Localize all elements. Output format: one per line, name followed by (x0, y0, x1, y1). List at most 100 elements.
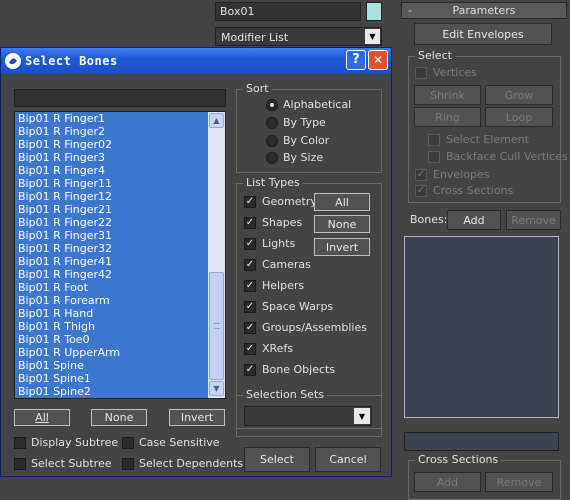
chevron-down-icon[interactable]: ▼ (354, 408, 370, 424)
display-subtree-checkbox[interactable] (14, 437, 26, 449)
bone-list-item[interactable]: Bip01 R Finger11 (15, 177, 225, 190)
grow-button[interactable]: Grow (485, 85, 553, 105)
bone-list-item[interactable]: Bip01 R Finger1 (15, 112, 225, 125)
bones-add-button[interactable]: Add (447, 210, 501, 230)
sort-by-color-radio[interactable] (266, 135, 278, 147)
cancel-button[interactable]: Cancel (315, 447, 381, 472)
bone-list-item[interactable]: Bip01 Spine (15, 359, 225, 372)
help-button[interactable]: ? (346, 50, 366, 70)
search-input[interactable] (14, 89, 226, 107)
bone-list-item[interactable]: Bip01 R UpperArm (15, 346, 225, 359)
bone-objects-label: Bone Objects (262, 363, 336, 376)
rollout-title: Parameters (452, 4, 516, 17)
select-dependents-checkbox[interactable] (122, 458, 134, 470)
parameters-rollout-header[interactable]: - Parameters (401, 2, 567, 19)
all-button[interactable]: All (14, 409, 70, 426)
cameras-checkbox[interactable]: ✓ (244, 259, 256, 271)
modifier-list-label: Modifier List (221, 31, 289, 44)
bone-listbox[interactable]: Bip01 R Finger1 Bip01 R Finger2 Bip01 R Fi… (14, 111, 226, 399)
select-button[interactable]: Select (244, 447, 310, 472)
bone-list-item[interactable]: Bip01 Spine1 (15, 372, 225, 385)
select-subtree-checkbox[interactable] (14, 458, 26, 470)
sort-by-size-radio[interactable] (266, 152, 278, 164)
object-name-text: Box01 (220, 5, 255, 18)
bones-remove-button[interactable]: Remove (506, 210, 561, 230)
case-sensitive-checkbox[interactable] (122, 437, 134, 449)
lights-checkbox[interactable]: ✓ (244, 238, 256, 250)
bone-name-field[interactable] (404, 432, 559, 451)
none-button[interactable]: None (91, 409, 147, 426)
ring-button[interactable]: Ring (414, 107, 481, 127)
invert-button[interactable]: Invert (169, 409, 225, 426)
helpers-label: Helpers (262, 279, 305, 292)
envelopes-label: Envelopes (433, 168, 490, 181)
bone-list-item[interactable]: Bip01 R Toe0 (15, 333, 225, 346)
bone-list-item[interactable]: Bip01 R Finger32 (15, 242, 225, 255)
bone-list-item[interactable]: Bip01 R Finger12 (15, 190, 225, 203)
modifier-list-dropdown[interactable]: Modifier List ▼ (215, 27, 382, 46)
case-sensitive-label: Case Sensitive (139, 436, 220, 449)
list-scrollbar[interactable]: ▲ ▼ (208, 112, 225, 398)
cross-sections-remove-button[interactable]: Remove (485, 472, 553, 492)
bone-list-item[interactable]: Bip01 R Foot (15, 281, 225, 294)
shrink-button[interactable]: Shrink (414, 85, 481, 105)
scroll-down-icon[interactable]: ▼ (209, 381, 224, 396)
dialog-titlebar[interactable]: Select Bones ? ✕ (1, 48, 391, 74)
bone-list-item[interactable]: Bip01 R Finger22 (15, 216, 225, 229)
groups-assemblies-checkbox[interactable]: ✓ (244, 322, 256, 334)
selection-sets-dropdown[interactable]: ▼ (244, 406, 372, 426)
sort-alphabetical-radio[interactable] (266, 99, 278, 111)
bone-list-item[interactable]: Bip01 Spine2 (15, 385, 225, 398)
list-types-none-button[interactable]: None (314, 215, 370, 233)
helpers-checkbox[interactable]: ✓ (244, 280, 256, 292)
bone-list-item[interactable]: Bip01 R Finger41 (15, 255, 225, 268)
object-color-swatch[interactable] (366, 2, 382, 21)
bone-list-item[interactable]: Bip01 R Finger02 (15, 138, 225, 151)
select-subtree-label: Select Subtree (31, 457, 112, 470)
select-dependents-label: Select Dependents (139, 457, 244, 470)
bone-list-item[interactable]: Bip01 R Finger2 (15, 125, 225, 138)
bone-list-item[interactable]: Bip01 R Finger42 (15, 268, 225, 281)
chevron-down-icon[interactable]: ▼ (365, 29, 380, 44)
backface-cull-checkbox[interactable] (428, 151, 440, 163)
vertices-label: Vertices (433, 66, 477, 79)
envelopes-checkbox[interactable]: ✓ (415, 169, 427, 181)
bone-list-item[interactable]: Bip01 R Finger4 (15, 164, 225, 177)
cross-sections-add-button[interactable]: Add (414, 472, 481, 492)
edit-envelopes-button[interactable]: Edit Envelopes (414, 23, 552, 45)
bone-list-item[interactable]: Bip01 R Thigh (15, 320, 225, 333)
close-button[interactable]: ✕ (368, 50, 388, 70)
object-name-field[interactable]: Box01 (215, 2, 361, 21)
lights-label: Lights (262, 237, 296, 250)
groups-assemblies-label: Groups/Assemblies (262, 321, 367, 334)
selection-sets-title: Selection Sets (243, 388, 327, 401)
loop-button[interactable]: Loop (485, 107, 553, 127)
scroll-thumb[interactable] (209, 272, 224, 380)
none-button-label: None (104, 411, 134, 424)
bone-list-item[interactable]: Bip01 R Hand (15, 307, 225, 320)
space-warps-label: Space Warps (262, 300, 334, 313)
list-types-invert-button[interactable]: Invert (314, 238, 370, 256)
select-element-checkbox[interactable] (428, 134, 440, 146)
cross-sections-checkbox[interactable]: ✓ (415, 185, 427, 197)
cross-sections-label: Cross Sections (433, 184, 514, 197)
select-element-label: Select Element (446, 133, 529, 146)
sort-by-type-radio[interactable] (266, 117, 278, 129)
scroll-up-icon[interactable]: ▲ (209, 113, 224, 128)
xrefs-label: XRefs (262, 342, 294, 355)
bone-list-item[interactable]: Bip01 R Finger21 (15, 203, 225, 216)
bone-list-item[interactable]: Bip01 R Finger31 (15, 229, 225, 242)
bone-objects-checkbox[interactable]: ✓ (244, 364, 256, 376)
bone-list-item[interactable]: Bip01 R Finger3 (15, 151, 225, 164)
xrefs-checkbox[interactable]: ✓ (244, 343, 256, 355)
vertices-checkbox[interactable] (415, 67, 427, 79)
sort-by-type-label: By Type (283, 116, 326, 129)
bone-list-item[interactable]: Bip01 R Forearm (15, 294, 225, 307)
list-types-all-button[interactable]: All (314, 193, 370, 211)
shapes-checkbox[interactable]: ✓ (244, 217, 256, 229)
sort-by-size-label: By Size (283, 151, 324, 164)
bones-listbox[interactable] (404, 236, 559, 418)
space-warps-checkbox[interactable]: ✓ (244, 301, 256, 313)
geometry-checkbox[interactable]: ✓ (244, 196, 256, 208)
bones-label: Bones: (410, 213, 448, 226)
